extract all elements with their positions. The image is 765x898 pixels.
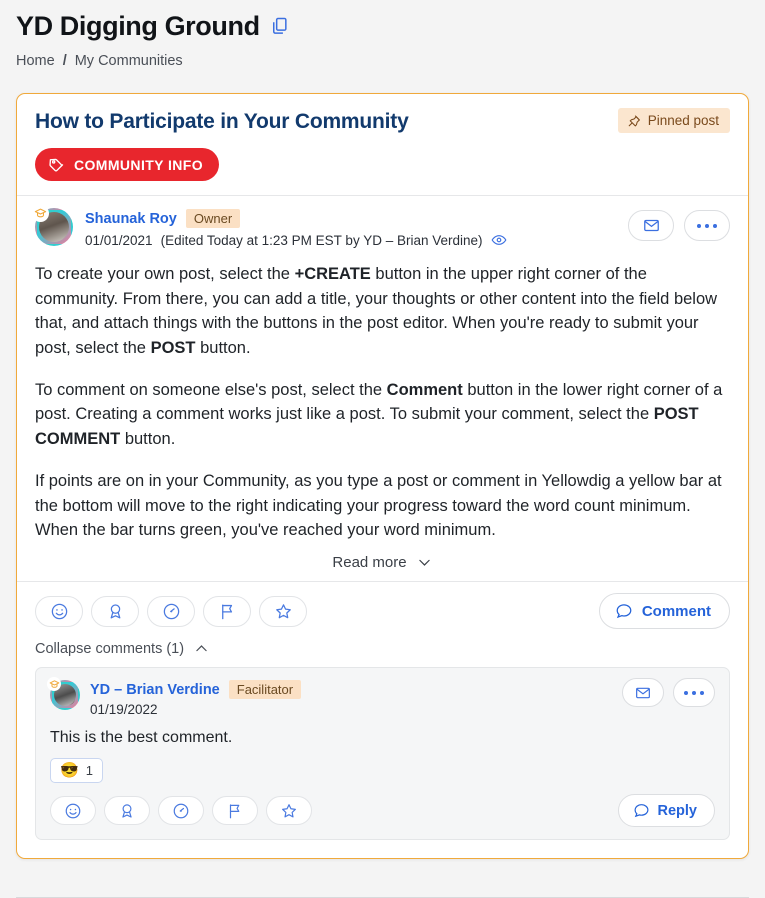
comment-author-row: YD – Brian Verdine Facilitator 01/19/202… [36, 668, 729, 717]
page-title: YD Digging Ground [16, 11, 260, 41]
comment-author-line: YD – Brian Verdine Facilitator [90, 680, 302, 700]
reaction-button-award[interactable] [91, 595, 139, 627]
message-button[interactable] [628, 210, 674, 242]
post-paragraph: To comment on someone else's post, selec… [35, 381, 723, 448]
comment-reaction-button-smiley[interactable] [50, 796, 96, 826]
award-ribbon-icon [118, 802, 136, 820]
comment-reaction-buttons [50, 796, 312, 826]
flag-icon [218, 602, 237, 621]
comment-text: This is the best comment. [50, 729, 233, 747]
award-ribbon-icon [106, 602, 125, 621]
ellipsis-icon [683, 690, 705, 696]
more-options-button[interactable] [684, 210, 730, 242]
read-more-label: Read more [332, 554, 407, 572]
smiley-face-icon [64, 802, 82, 820]
post-card: How to Participate in Your Community Pin… [16, 93, 749, 860]
post-date: 01/01/2021 [85, 232, 153, 248]
post-author-line: Shaunak Roy Owner [85, 209, 507, 229]
post-author-meta: Shaunak Roy Owner 01/01/2021 (Edited Tod… [85, 208, 507, 248]
post-reaction-buttons [35, 595, 307, 627]
comment-date: 01/19/2022 [90, 702, 158, 718]
reaction-button-gauge[interactable] [147, 595, 195, 627]
tag-icon [48, 156, 65, 173]
breadcrumb-home[interactable]: Home [16, 53, 55, 69]
star-icon [274, 602, 293, 621]
reply-button[interactable]: Reply [617, 794, 715, 828]
comment-reaction-button-flag[interactable] [212, 796, 258, 826]
comment-card: YD – Brian Verdine Facilitator 01/19/202… [35, 667, 730, 841]
post-author-name[interactable]: Shaunak Roy [85, 211, 177, 227]
post-header: How to Participate in Your Community Pin… [17, 94, 748, 195]
graduation-cap-icon [47, 677, 61, 692]
emoji-reaction-count: 1 [85, 763, 93, 779]
reaction-button-smiley[interactable] [35, 595, 83, 627]
reply-button-label: Reply [657, 802, 698, 819]
post-paragraph: If points are on in your Community, as y… [35, 472, 722, 540]
page-header: YD Digging Ground Home / My Communities [0, 0, 765, 69]
comment-reaction-button-star[interactable] [266, 796, 312, 826]
comment-author-name[interactable]: YD – Brian Verdine [90, 682, 220, 698]
post-date-row: 01/01/2021 (Edited Today at 1:23 PM EST … [85, 232, 507, 248]
comment-head-actions [622, 678, 715, 708]
avatar[interactable] [47, 677, 80, 710]
reaction-button-star[interactable] [259, 595, 307, 627]
comment-button-label: Comment [641, 602, 711, 620]
pushpin-icon [627, 114, 641, 128]
sunglasses-emoji-icon: 😎 [60, 762, 79, 780]
pinned-post-label: Pinned post [647, 113, 719, 129]
post-head-actions [628, 210, 730, 242]
copy-documents-icon[interactable] [270, 16, 290, 36]
reaction-button-flag[interactable] [203, 595, 251, 627]
eye-icon[interactable] [491, 232, 507, 248]
comment-author-role-badge: Facilitator [228, 680, 302, 700]
post-author-role-badge: Owner [185, 209, 241, 229]
comment-action-bar: Reply [36, 783, 729, 839]
post-body: To create your own post, select the +CRE… [17, 254, 748, 542]
collapse-comments-label: Collapse comments (1) [35, 640, 185, 657]
comment-reaction-button-award[interactable] [104, 796, 150, 826]
breadcrumb-separator: / [62, 53, 67, 70]
speech-bubble-icon [615, 602, 633, 620]
flag-icon [226, 802, 244, 820]
post-edited-note: (Edited Today at 1:23 PM EST by YD – Bri… [160, 232, 483, 248]
ellipsis-icon [696, 223, 718, 229]
graduation-cap-icon [32, 205, 49, 223]
breadcrumb: Home / My Communities [16, 53, 749, 69]
envelope-icon [643, 217, 660, 234]
smiley-face-icon [50, 602, 69, 621]
read-more-button[interactable]: Read more [17, 546, 748, 581]
title-row: YD Digging Ground [16, 10, 749, 42]
post-author-row: Shaunak Roy Owner 01/01/2021 (Edited Tod… [17, 196, 748, 254]
chevron-down-icon [416, 554, 433, 571]
comment-author-meta: YD – Brian Verdine Facilitator 01/19/202… [90, 680, 302, 718]
emoji-reaction-chip[interactable]: 😎 1 [50, 758, 103, 784]
gauge-icon [172, 802, 190, 820]
comment-message-button[interactable] [622, 678, 664, 708]
post-paragraph: To create your own post, select the +CRE… [35, 265, 718, 357]
community-info-label: COMMUNITY INFO [74, 156, 204, 173]
star-icon [280, 802, 298, 820]
community-info-tag[interactable]: COMMUNITY INFO [35, 148, 220, 182]
speech-bubble-icon [633, 802, 650, 819]
post-action-bar: Comment [17, 582, 748, 638]
comment-reaction-button-gauge[interactable] [158, 796, 204, 826]
gauge-icon [162, 602, 181, 621]
collapse-comments-button[interactable]: Collapse comments (1) [17, 638, 748, 667]
comment-button[interactable]: Comment [598, 593, 730, 630]
status-badge-pinned: Pinned post [617, 108, 730, 134]
envelope-icon [635, 685, 651, 701]
comment-more-options-button[interactable] [673, 678, 715, 708]
breadcrumb-my-communities[interactable]: My Communities [75, 53, 183, 69]
chevron-up-icon [193, 640, 210, 657]
avatar[interactable] [32, 205, 73, 246]
